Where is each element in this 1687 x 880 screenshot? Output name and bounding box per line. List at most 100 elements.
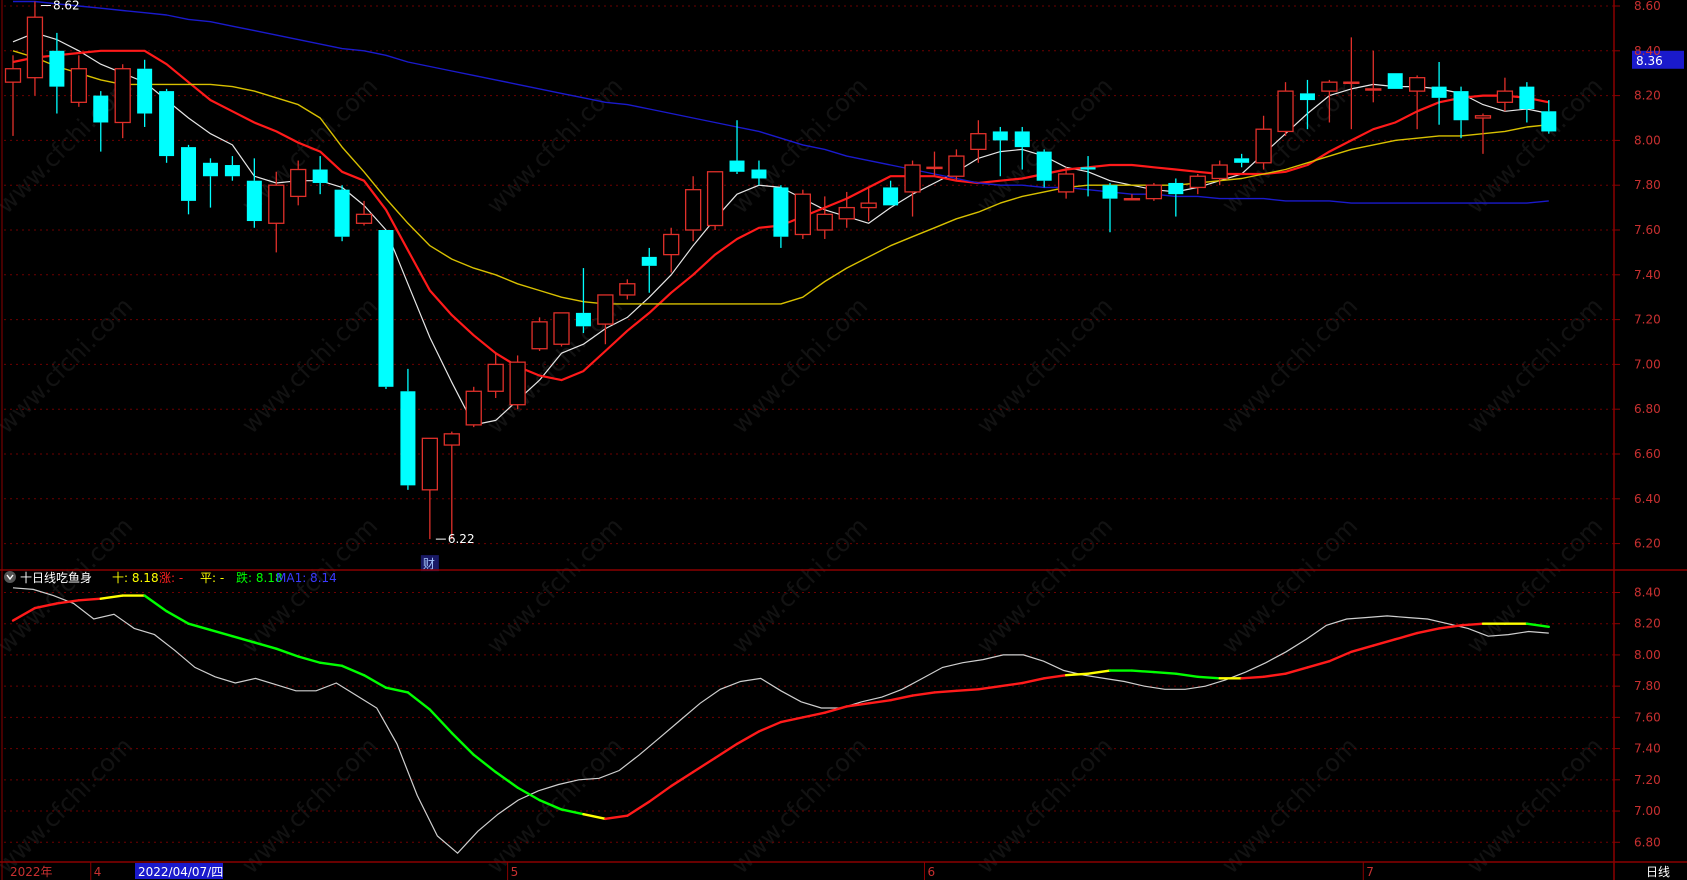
period-label[interactable]: 日线 bbox=[1646, 865, 1670, 879]
candle-body-up bbox=[1496, 90, 1514, 103]
indicator-shi-segment bbox=[1196, 675, 1221, 680]
candle-body-up bbox=[948, 155, 965, 177]
candle-body-down bbox=[1168, 182, 1184, 195]
indicator-ytick-label: 7.00 bbox=[1634, 804, 1661, 818]
candle-body-down bbox=[1014, 131, 1030, 148]
candle-body-up bbox=[706, 171, 724, 227]
stock-chart[interactable]: www.cfchi.com www.cfchi.com www.cfchi.com w… bbox=[0, 0, 1687, 880]
main-ytick-label: 7.60 bbox=[1634, 223, 1661, 237]
candle[interactable] bbox=[706, 171, 724, 230]
main-ytick-label: 6.80 bbox=[1634, 402, 1661, 416]
candle-body-up bbox=[114, 68, 131, 124]
main-ytick-label: 8.60 bbox=[1634, 0, 1661, 13]
indicator-ytick-label: 6.80 bbox=[1634, 835, 1661, 849]
month-label: 4 bbox=[94, 865, 102, 879]
candle-body-down bbox=[1299, 93, 1315, 101]
finance-marker[interactable]: 财 bbox=[420, 555, 439, 572]
legend-ping-value: 平: - bbox=[200, 571, 224, 585]
candle-body-down bbox=[400, 391, 416, 486]
indicator-ytick-label: 7.20 bbox=[1634, 773, 1661, 787]
candle[interactable] bbox=[509, 355, 526, 410]
indicator-shi-segment bbox=[1064, 672, 1090, 677]
indicator-ytick-label: 7.40 bbox=[1634, 742, 1661, 756]
indicator-shi-segment bbox=[1152, 670, 1178, 675]
candle-body-up bbox=[926, 166, 943, 170]
candle-body-up bbox=[1057, 173, 1075, 193]
candle-body-up bbox=[531, 321, 548, 350]
candle-body-up bbox=[816, 213, 833, 231]
indicator-shi-segment bbox=[933, 689, 958, 694]
candle-body-up bbox=[860, 202, 877, 209]
candle-body-down bbox=[137, 68, 153, 114]
candle-body-up bbox=[355, 213, 373, 224]
month-label: 5 bbox=[511, 865, 519, 879]
candle[interactable] bbox=[1387, 73, 1403, 89]
main-ytick-label: 6.20 bbox=[1634, 537, 1661, 551]
candle-body-down bbox=[1387, 73, 1403, 89]
finance-marker-label: 财 bbox=[423, 557, 435, 571]
candle-body-up bbox=[1365, 88, 1382, 91]
candle-body-down bbox=[93, 95, 109, 123]
candle-body-up bbox=[904, 164, 921, 193]
candle-body-up bbox=[619, 283, 636, 296]
main-ytick-label: 7.00 bbox=[1634, 357, 1661, 371]
candle-body-up bbox=[663, 233, 680, 256]
candle-body-down bbox=[729, 160, 745, 172]
legend-zhang-value: 涨: - bbox=[159, 570, 183, 585]
candle-body-up bbox=[26, 16, 44, 79]
indicator-legend[interactable]: 十日线吃鱼身 十: 8.18 涨: - 平: - 跌: 8.18MA1: 8.14 bbox=[4, 570, 337, 585]
candle-body-down bbox=[1519, 86, 1535, 110]
month-label: 7 bbox=[1366, 865, 1374, 879]
candle-body-down bbox=[773, 187, 789, 237]
indicator-shi-segment bbox=[1240, 675, 1265, 680]
cursor-date-box[interactable]: 2022/04/07/四 bbox=[135, 863, 223, 879]
indicator-shi-segment bbox=[955, 688, 980, 693]
candle-body-down bbox=[334, 189, 350, 237]
indicator-name: 十日线吃鱼身 bbox=[20, 570, 92, 585]
candle[interactable] bbox=[553, 312, 570, 347]
main-ytick-label: 7.80 bbox=[1634, 178, 1661, 192]
main-ytick-label: 6.60 bbox=[1634, 447, 1661, 461]
indicator-ytick-label: 8.00 bbox=[1634, 648, 1661, 662]
main-ytick-label: 7.40 bbox=[1634, 268, 1661, 282]
candle-body-up bbox=[70, 68, 87, 103]
candle-body-up bbox=[1277, 90, 1294, 133]
month-label: 6 bbox=[927, 865, 935, 879]
candle-body-down bbox=[181, 147, 197, 201]
main-ytick-label: 7.20 bbox=[1634, 313, 1661, 327]
candle[interactable] bbox=[378, 230, 394, 390]
candle-body-up bbox=[509, 361, 526, 406]
candle-body-up bbox=[597, 294, 614, 325]
cursor-date-label: 2022/04/07/四 bbox=[138, 865, 223, 879]
candle-body-down bbox=[246, 180, 262, 222]
candle-body-up bbox=[487, 363, 504, 392]
chevron-down-icon[interactable] bbox=[4, 571, 16, 583]
main-ytick-label: 6.40 bbox=[1634, 492, 1661, 506]
candle-body-up bbox=[1343, 81, 1360, 85]
candle[interactable] bbox=[531, 317, 548, 351]
candle-body-up bbox=[421, 437, 439, 491]
candle[interactable] bbox=[465, 386, 482, 428]
candle[interactable] bbox=[1145, 182, 1163, 201]
candle-body-up bbox=[290, 168, 307, 198]
candle-body-up bbox=[443, 433, 460, 446]
candle-body-down bbox=[1234, 158, 1250, 163]
candle-body-up bbox=[1474, 115, 1492, 119]
candle[interactable] bbox=[794, 189, 811, 239]
candle-body-down bbox=[751, 169, 767, 179]
candle-body-down bbox=[1102, 185, 1118, 199]
candle-body-down bbox=[224, 165, 240, 177]
candle[interactable] bbox=[334, 185, 350, 242]
candle-body-down bbox=[159, 91, 175, 157]
candle-body-up bbox=[1409, 77, 1426, 92]
candle-body-up bbox=[794, 193, 811, 236]
year-label: 2022年 bbox=[10, 865, 53, 879]
legend-shi-value: 十: 8.18 bbox=[112, 571, 159, 585]
candle[interactable] bbox=[159, 88, 175, 163]
candle-body-up bbox=[465, 390, 482, 426]
candle-body-down bbox=[575, 312, 591, 327]
legend-ma1-value: MA1: 8.14 bbox=[276, 571, 337, 585]
candle-body-up bbox=[1321, 81, 1338, 92]
main-ytick-label: 8.20 bbox=[1634, 89, 1661, 103]
candle-body-down bbox=[202, 162, 218, 177]
